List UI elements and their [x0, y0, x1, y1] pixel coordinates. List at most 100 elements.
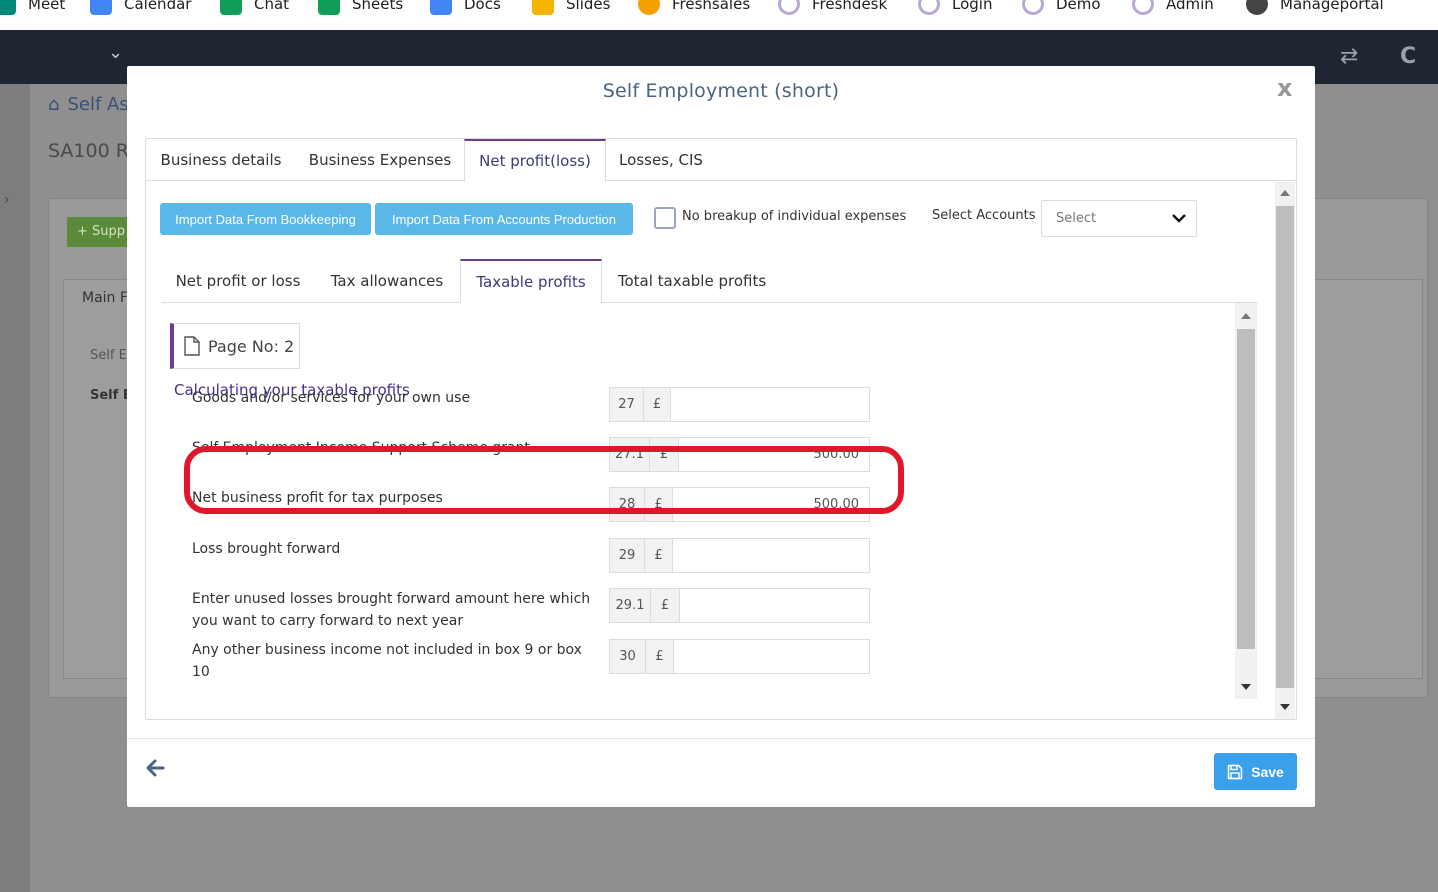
import-bookkeeping-button[interactable]: Import Data From Bookkeeping — [160, 203, 371, 235]
sidebar-collapsed: › — [0, 84, 30, 892]
select-accounts-label: Select Accounts — [932, 208, 1036, 223]
box-29-1-field[interactable]: 29.1 £ — [609, 588, 870, 623]
c-icon — [778, 0, 800, 15]
scroll-down-icon[interactable] — [1241, 684, 1251, 690]
box-27-field[interactable]: 27 £ — [609, 387, 870, 422]
bookmark-freshdesk[interactable]: Freshdesk — [778, 0, 887, 16]
no-breakup-label: No breakup of individual expenses — [682, 209, 907, 224]
box-28-input[interactable]: 500.00 — [673, 488, 869, 521]
scroll-up-icon[interactable] — [1280, 190, 1290, 196]
table-row: Self E — [90, 388, 132, 403]
close-icon[interactable]: x — [1277, 74, 1292, 102]
box-28-field[interactable]: 28 £ 500.00 — [609, 487, 870, 522]
box-27-1-input[interactable]: 500.00 — [679, 438, 869, 471]
row-label-29: Loss brought forward — [192, 541, 341, 557]
currency-symbol: £ — [645, 488, 673, 521]
bookmark-sheets[interactable]: Sheets — [318, 0, 403, 16]
bookmark-manageportal[interactable]: Manageportal — [1246, 0, 1384, 16]
no-breakup-checkbox[interactable] — [654, 207, 676, 229]
tab-net-profit-or-loss[interactable]: Net profit or loss — [162, 259, 314, 303]
sheets-icon — [318, 0, 340, 15]
box-number: 27 — [610, 388, 644, 421]
select-accounts-dropdown[interactable]: Select — [1041, 200, 1197, 237]
page-title: SA100 Re — [48, 140, 140, 162]
scroll-up-icon[interactable] — [1241, 313, 1251, 319]
back-arrow-icon[interactable] — [143, 756, 167, 780]
row-label-28: Net business profit for tax purposes — [192, 490, 443, 506]
bookmarks-bar: Meet Calendar Chat Sheets Docs Slides Fr… — [0, 0, 1438, 30]
docs-icon — [430, 0, 452, 15]
modal-title: Self Employment (short) — [602, 80, 840, 102]
row-label-29-1: Enter unused losses brought forward amou… — [192, 591, 591, 629]
tab-losses-cis[interactable]: Losses, CIS — [606, 139, 716, 181]
box-27-input[interactable] — [671, 388, 869, 421]
tab-taxable-profits[interactable]: Taxable profits — [460, 259, 602, 304]
page-number: Page No: 2 — [170, 323, 300, 369]
chevron-right-icon[interactable]: › — [4, 192, 10, 208]
import-accounts-button[interactable]: Import Data From Accounts Production — [375, 203, 633, 235]
self-employment-modal: Self Employment (short) x Business detai… — [127, 66, 1315, 807]
table-header: Self E — [90, 348, 127, 363]
box-number: 30 — [610, 640, 646, 673]
box-27-1-field[interactable]: 27.1 £ 500.00 — [609, 437, 870, 472]
currency-symbol: £ — [650, 438, 679, 471]
tab-tax-allowances[interactable]: Tax allowances — [314, 259, 460, 303]
slides-icon — [532, 0, 554, 15]
bookmark-calendar[interactable]: Calendar — [90, 0, 191, 16]
calendar-icon — [90, 0, 112, 15]
freshsales-icon — [638, 0, 660, 15]
c-icon — [1132, 0, 1154, 15]
box-29-1-input[interactable] — [680, 589, 869, 622]
chat-icon — [220, 0, 242, 15]
box-30-field[interactable]: 30 £ — [609, 639, 870, 674]
tab-business-details[interactable]: Business details — [146, 139, 296, 181]
bookmark-freshsales[interactable]: Freshsales — [638, 0, 750, 16]
bookmark-slides[interactable]: Slides — [532, 0, 610, 16]
inner-tabs: Net profit or loss Tax allowances Taxabl… — [162, 259, 1258, 304]
currency-symbol: £ — [645, 539, 673, 572]
c-icon — [1022, 0, 1044, 15]
currency-symbol: £ — [651, 589, 680, 622]
outer-scrollbar[interactable] — [1275, 182, 1295, 719]
tab-total-taxable-profits[interactable]: Total taxable profits — [602, 259, 782, 303]
row-label-27: Goods and/or services for your own use — [192, 390, 471, 406]
box-30-input[interactable] — [674, 640, 869, 673]
brand-c-icon[interactable]: C — [1400, 44, 1416, 69]
box-number: 29 — [610, 539, 645, 572]
globe-icon — [1246, 0, 1268, 15]
box-29-input[interactable] — [673, 539, 869, 572]
inner-scrollbar[interactable] — [1235, 303, 1257, 699]
box-29-field[interactable]: 29 £ — [609, 538, 870, 573]
save-button[interactable]: Save — [1214, 753, 1297, 790]
breadcrumb: ⌂ Self As — [48, 94, 129, 115]
bookmark-docs[interactable]: Docs — [430, 0, 501, 16]
chevron-down-icon[interactable]: ⌄ — [108, 42, 123, 63]
c-icon — [918, 0, 940, 15]
currency-symbol: £ — [646, 640, 674, 673]
bookmark-meet[interactable]: Meet — [0, 0, 65, 16]
row-label-27-1: Self-Employment Income Support Scheme gr… — [192, 440, 530, 456]
taxable-profits-panel: Page No: 2 Calculating your taxable prof… — [162, 303, 1258, 701]
meet-icon — [0, 0, 16, 15]
bookmark-demo[interactable]: Demo — [1022, 0, 1101, 16]
footer-divider — [127, 738, 1315, 739]
scroll-thumb[interactable] — [1276, 206, 1294, 688]
chevron-down-icon — [1172, 214, 1186, 223]
box-number: 29.1 — [610, 589, 651, 622]
outer-card: Business details Business Expenses Net p… — [145, 138, 1297, 720]
scroll-down-icon[interactable] — [1280, 704, 1290, 710]
tab-net-profit-loss[interactable]: Net profit(loss) — [464, 139, 606, 182]
currency-symbol: £ — [644, 388, 671, 421]
switch-icon[interactable]: ⇄ — [1340, 44, 1358, 69]
home-icon[interactable]: ⌂ — [48, 94, 59, 115]
scroll-thumb[interactable] — [1237, 329, 1255, 649]
tab-business-expenses[interactable]: Business Expenses — [296, 139, 464, 181]
bookmark-chat[interactable]: Chat — [220, 0, 289, 16]
main-tab[interactable]: Main F — [82, 290, 128, 306]
outer-tabs: Business details Business Expenses Net p… — [146, 139, 1296, 182]
floppy-disk-icon — [1227, 764, 1243, 779]
select-value: Select — [1056, 211, 1097, 226]
bookmark-login[interactable]: Login — [918, 0, 992, 16]
box-number: 28 — [610, 488, 645, 521]
bookmark-admin[interactable]: Admin — [1132, 0, 1214, 16]
